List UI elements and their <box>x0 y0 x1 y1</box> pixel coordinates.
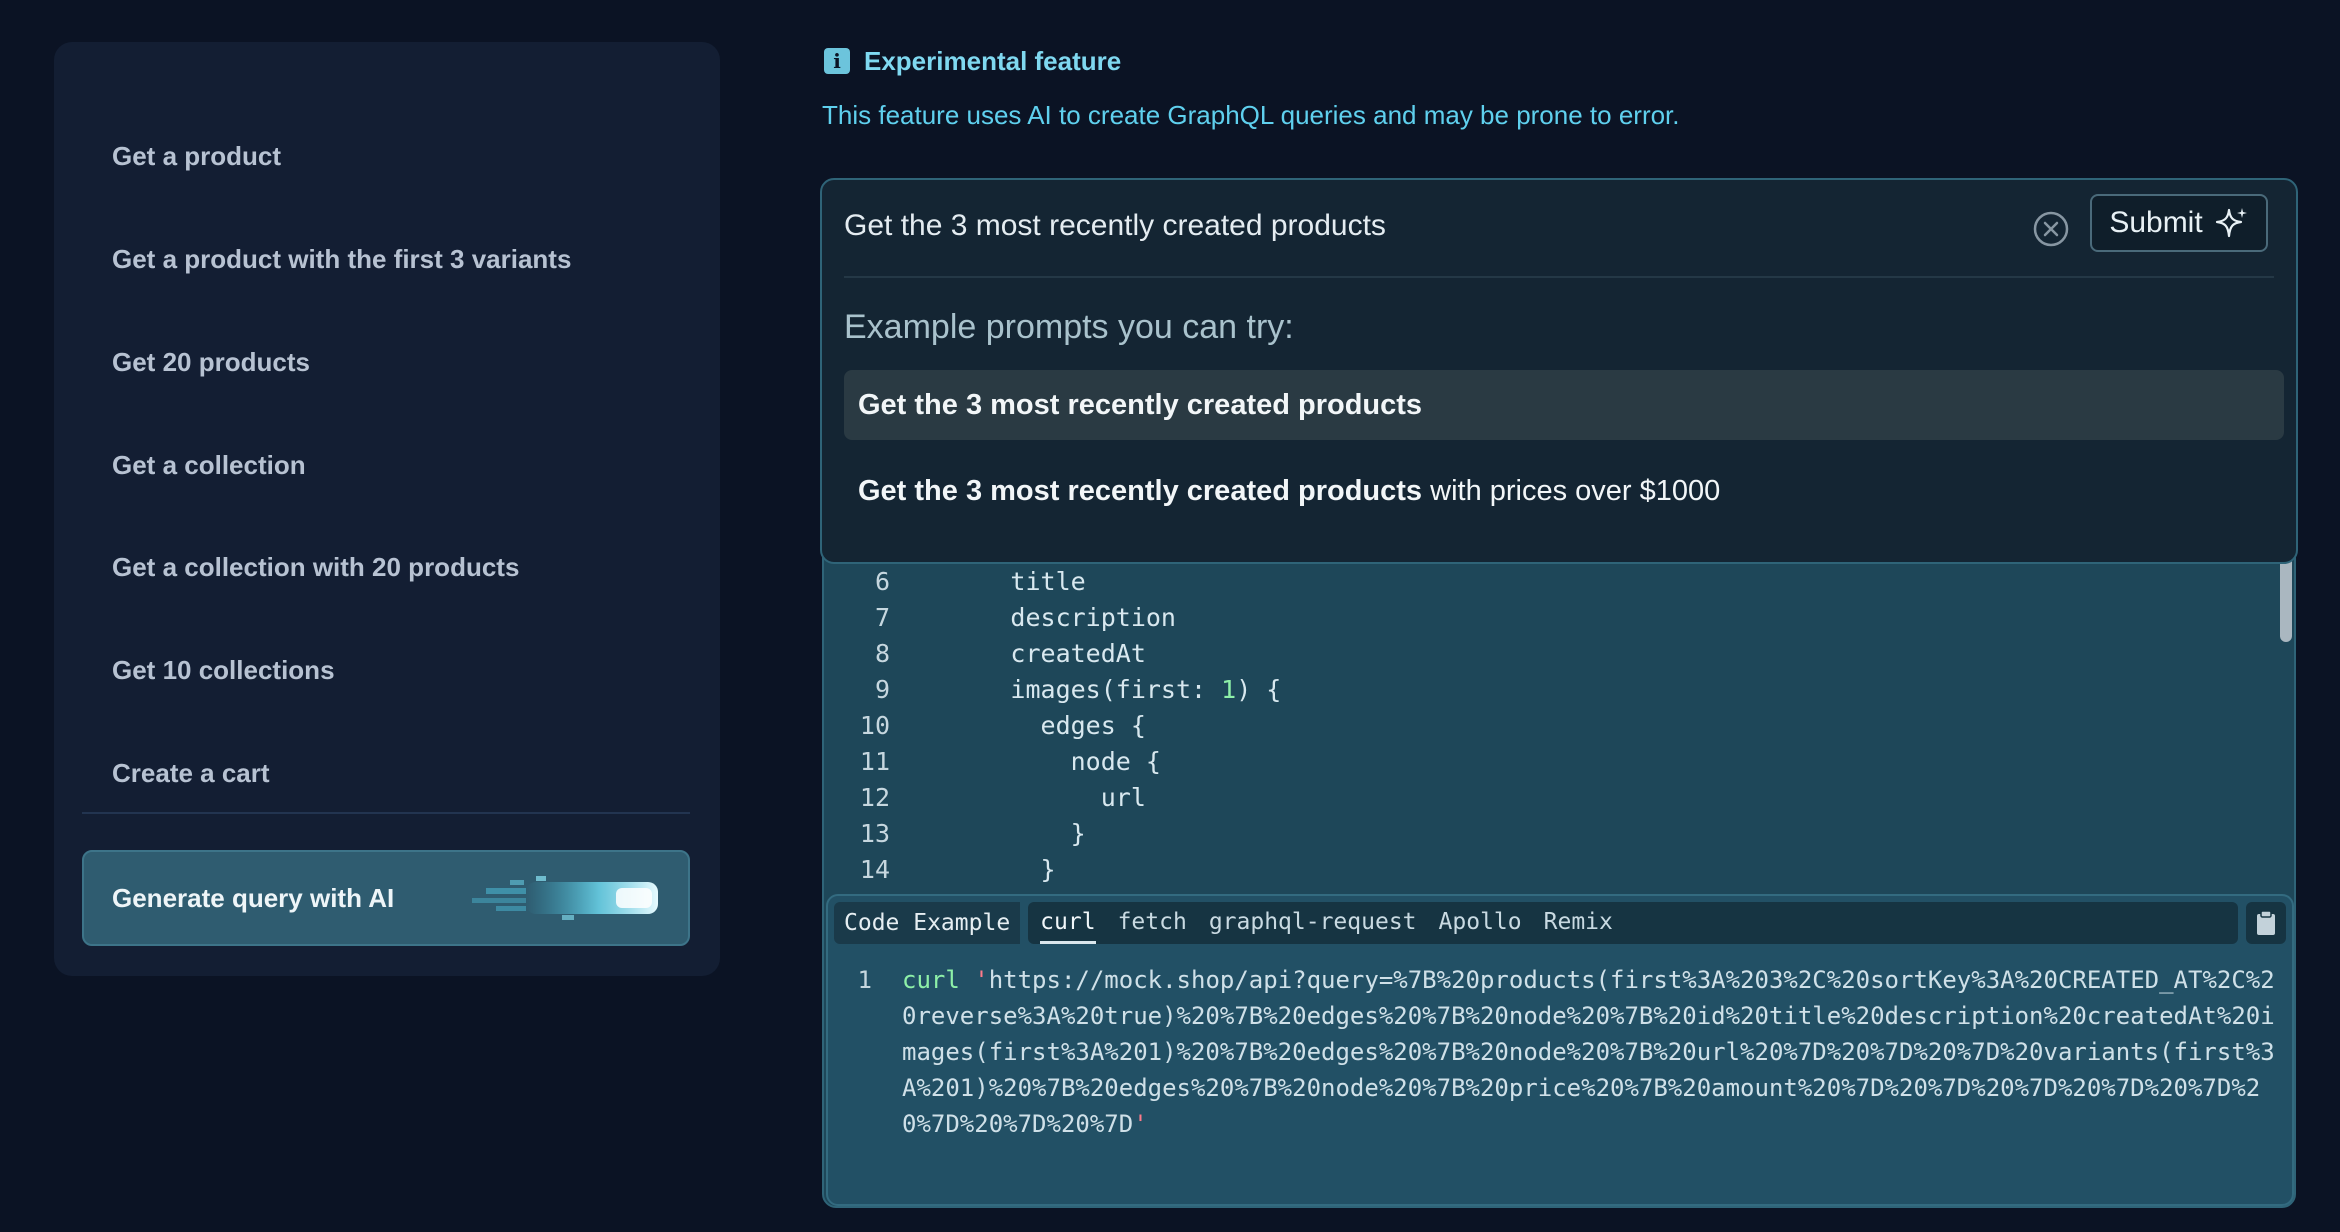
editor-scrollbar[interactable] <box>2280 552 2292 642</box>
sidebar-item-create-a-cart[interactable]: Create a cart <box>112 743 270 803</box>
experimental-feature-title: Experimental feature <box>864 45 1122 76</box>
tab-graphql-request[interactable]: graphql-request <box>1209 902 1417 944</box>
generate-query-with-ai-button[interactable]: Generate query with AI <box>82 850 690 946</box>
code-example-title: Code Example <box>834 902 1021 944</box>
prompt-separator <box>844 276 2274 278</box>
comet-sparkle-icon <box>472 876 658 920</box>
ai-prompt-dropdown: Submit Example prompts you can try: Get … <box>820 178 2298 564</box>
example-prompt-2[interactable]: Get the 3 most recently created products… <box>844 456 2284 526</box>
sidebar-divider <box>82 812 690 814</box>
experimental-feature-description: This feature uses AI to create GraphQL q… <box>822 100 1680 130</box>
sidebar: Get a product Get a product with the fir… <box>54 42 720 976</box>
clear-icon[interactable] <box>2032 210 2070 248</box>
tab-fetch[interactable]: fetch <box>1118 902 1187 944</box>
editor-line: 7 description <box>874 603 1176 632</box>
sidebar-item-get-10-collections[interactable]: Get 10 collections <box>112 640 335 700</box>
editor-line: 10 edges { <box>859 711 1146 740</box>
tab-remix[interactable]: Remix <box>1544 902 1613 944</box>
generate-query-label: Generate query with AI <box>112 883 395 913</box>
sidebar-item-get-product-with-variants[interactable]: Get a product with the first 3 variants <box>112 229 571 289</box>
tab-curl[interactable]: curl <box>1040 902 1096 944</box>
submit-label: Submit <box>2109 206 2203 239</box>
sidebar-item-get-20-products[interactable]: Get 20 products <box>112 332 310 392</box>
editor-line: 14 } <box>859 855 1056 884</box>
curl-code-block[interactable]: 1 curl 'https://mock.shop/api?query=%7B%… <box>848 962 2278 1142</box>
editor-line: 9 images(first: 1) { <box>874 675 1282 704</box>
example-prompts-heading: Example prompts you can try: <box>844 308 1294 346</box>
sparkle-icon <box>2215 208 2247 238</box>
code-example-panel: Code Example curl fetch graphql-request … <box>826 894 2294 1206</box>
copy-button[interactable] <box>2246 902 2286 944</box>
code-tab-group: curl fetch graphql-request Apollo Remix <box>1028 902 2238 944</box>
editor-line: 6 title <box>874 567 1086 596</box>
experimental-feature-heading: i Experimental feature <box>824 44 1121 78</box>
sidebar-item-get-a-collection[interactable]: Get a collection <box>112 435 306 495</box>
info-icon: i <box>824 48 850 74</box>
code-example-tabs: Code Example curl fetch graphql-request … <box>834 902 2286 944</box>
editor-line: 11 node { <box>859 747 1161 776</box>
sidebar-item-get-collection-with-20-products[interactable]: Get a collection with 20 products <box>112 537 519 597</box>
sidebar-item-get-a-product[interactable]: Get a product <box>112 126 281 186</box>
curl-command: curl 'https://mock.shop/api?query=%7B%20… <box>902 966 2275 1138</box>
submit-button[interactable]: Submit <box>2090 194 2268 252</box>
editor-line: 12 url <box>859 783 1146 812</box>
editor-line: 8 createdAt <box>874 639 1146 668</box>
tab-apollo[interactable]: Apollo <box>1439 902 1522 944</box>
editor-line: 13 } <box>859 819 1086 848</box>
clipboard-icon <box>2257 910 2275 935</box>
example-prompt-1[interactable]: Get the 3 most recently created products <box>844 370 2284 440</box>
ai-prompt-input[interactable] <box>844 198 2004 254</box>
code-line-number: 1 <box>857 966 872 994</box>
